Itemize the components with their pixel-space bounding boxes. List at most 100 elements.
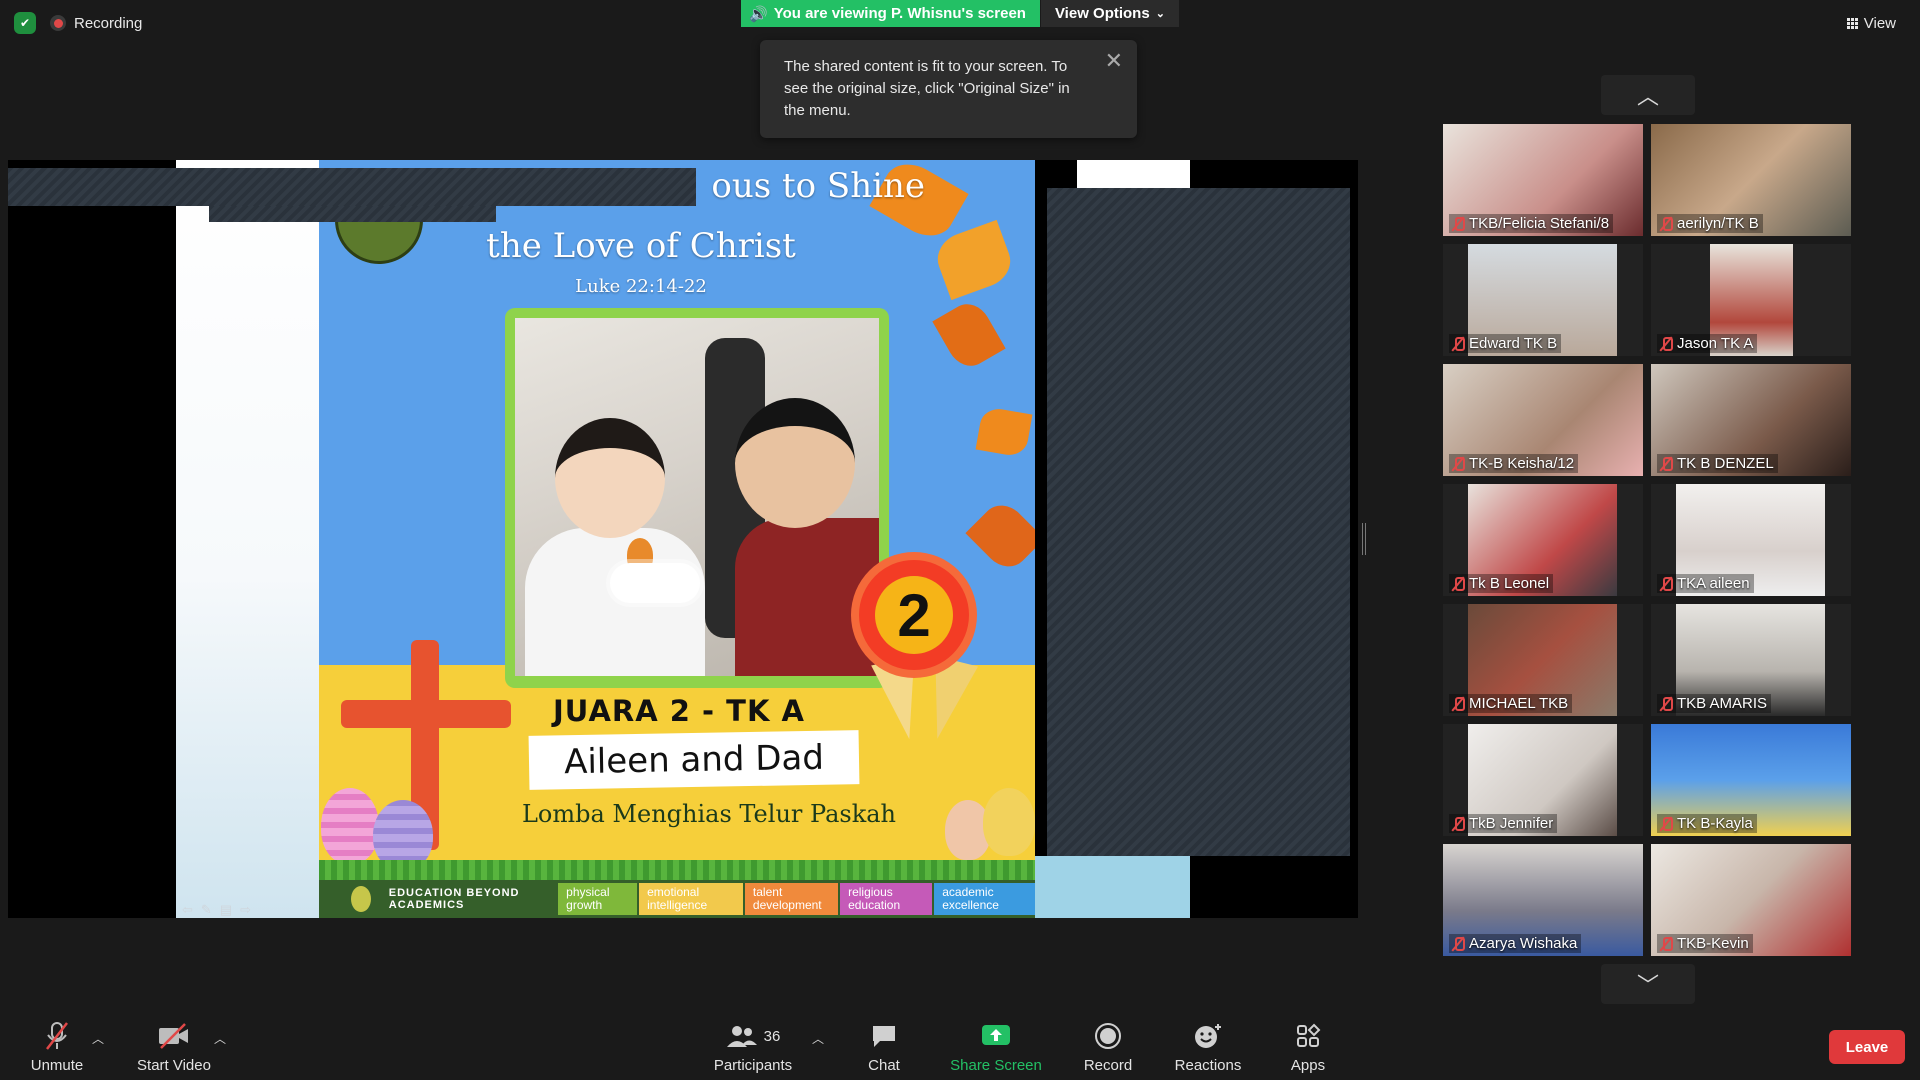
- participant-tile[interactable]: TKB AMARIS: [1651, 604, 1851, 716]
- participant-name: TkB Jennifer: [1469, 815, 1554, 832]
- participant-label: Tk B Leonel: [1449, 574, 1554, 593]
- mic-muted-icon: [1659, 216, 1673, 232]
- chevron-down-icon: ﹀: [1636, 973, 1659, 998]
- slide-verse: Luke 22:14-22: [575, 276, 707, 297]
- apps-button[interactable]: Apps: [1278, 1012, 1338, 1080]
- pill-emotional-intelligence: emotional intelligence: [639, 883, 743, 915]
- tooltip-text: The shared content is fit to your screen…: [784, 58, 1070, 119]
- participant-tile[interactable]: TK-B Keisha/12: [1443, 364, 1643, 476]
- obscured-region: [8, 168, 696, 206]
- participants-label: Participants: [713, 1057, 793, 1074]
- participant-tile[interactable]: TKB/Felicia Stefani/8: [1443, 124, 1643, 236]
- participant-name: TK B DENZEL: [1677, 455, 1774, 472]
- participant-name: TK B-Kayla: [1677, 815, 1753, 832]
- share-screen-button[interactable]: Share Screen: [946, 1012, 1046, 1080]
- participant-label: TkB Jennifer: [1449, 814, 1558, 833]
- participant-label: TKB-Kevin: [1657, 934, 1753, 953]
- view-options-button[interactable]: View Options ⌄: [1040, 0, 1179, 27]
- reactions-smiley-icon: [1193, 1019, 1223, 1053]
- speaker-icon: 🔊: [749, 5, 768, 23]
- recording-label: Recording: [74, 14, 143, 32]
- prev-slide-icon[interactable]: ⇦: [182, 902, 193, 918]
- audio-options-caret-icon[interactable]: ︿: [92, 1030, 104, 1047]
- recording-indicator[interactable]: Recording: [50, 15, 142, 32]
- participant-tile[interactable]: TK B-Kayla: [1651, 724, 1851, 836]
- footer-text: EDUCATION BEYOND ACADEMICS: [388, 887, 520, 911]
- meeting-toolbar: Unmute ︿ Start Video ︿ 36 Participants ︿…: [0, 1012, 1920, 1080]
- mic-muted-icon: [1659, 456, 1673, 472]
- video-options-caret-icon[interactable]: ︿: [214, 1030, 226, 1047]
- mic-muted-icon: [1659, 936, 1673, 952]
- slideshow-controls: ⇦ ✎ ▤ ⇨: [182, 902, 251, 918]
- participant-label: MICHAEL TKB: [1449, 694, 1573, 713]
- grass-decoration: [319, 860, 1035, 880]
- participant-tile[interactable]: aerilyn/TK B: [1651, 124, 1851, 236]
- start-video-button[interactable]: Start Video: [130, 1012, 218, 1080]
- participant-tile[interactable]: TKB-Kevin: [1651, 844, 1851, 956]
- next-slide-icon[interactable]: ⇨: [240, 902, 251, 918]
- participant-name: TKA aileen: [1677, 575, 1750, 592]
- participant-name: Tk B Leonel: [1469, 575, 1550, 592]
- chat-icon: [870, 1019, 898, 1053]
- winner-names: Aileen and Dad: [528, 730, 860, 790]
- security-shield-icon[interactable]: ✔: [14, 12, 36, 34]
- close-icon[interactable]: ✕: [1105, 50, 1123, 72]
- record-label: Record: [1083, 1057, 1133, 1074]
- cross-decoration: [341, 700, 511, 728]
- participant-tile[interactable]: Edward TK B: [1443, 244, 1643, 356]
- participant-label: TK B DENZEL: [1657, 454, 1778, 473]
- slide-footer: EDUCATION BEYOND ACADEMICS physical grow…: [319, 880, 1035, 918]
- gallery-next-button[interactable]: ﹀: [1601, 964, 1695, 1004]
- photo-father-head: [735, 398, 855, 528]
- easter-egg-decoration: [321, 788, 379, 864]
- participant-tile[interactable]: TKA aileen: [1651, 484, 1851, 596]
- zoom-meeting-window: ✔ Recording 🔊 You are viewing P. Whisnu'…: [0, 0, 1920, 1080]
- photo-father: [735, 518, 879, 676]
- gallery-prev-button[interactable]: ︿: [1601, 75, 1695, 115]
- participant-label: Edward TK B: [1449, 334, 1562, 353]
- obscured-region: [1047, 188, 1350, 856]
- participant-tile[interactable]: Jason TK A: [1651, 244, 1851, 356]
- chat-button[interactable]: Chat: [854, 1012, 914, 1080]
- share-screen-label: Share Screen: [950, 1057, 1042, 1074]
- view-button[interactable]: View: [1837, 10, 1906, 36]
- participant-name: Edward TK B: [1469, 335, 1558, 352]
- resize-handle[interactable]: [1362, 523, 1366, 555]
- participant-tile[interactable]: MICHAEL TKB: [1443, 604, 1643, 716]
- participants-button[interactable]: 36 Participants: [708, 1012, 798, 1080]
- record-button[interactable]: Record: [1078, 1012, 1138, 1080]
- participant-name: TK-B Keisha/12: [1469, 455, 1575, 472]
- participant-name: aerilyn/TK B: [1677, 215, 1759, 232]
- chevron-down-icon: ⌄: [1155, 8, 1165, 20]
- slide-edge: [1035, 856, 1190, 918]
- apps-icon: [1294, 1019, 1322, 1053]
- leave-button[interactable]: Leave: [1829, 1030, 1905, 1064]
- viewing-screen-text: You are viewing P. Whisnu's screen: [773, 5, 1026, 22]
- participant-label: TKB AMARIS: [1657, 694, 1772, 713]
- participant-name: TKB AMARIS: [1677, 695, 1768, 712]
- viewing-screen-label: 🔊 You are viewing P. Whisnu's screen: [741, 0, 1040, 27]
- participants-caret-icon[interactable]: ︿: [812, 1030, 824, 1047]
- unmute-button[interactable]: Unmute: [22, 1012, 92, 1080]
- autumn-leaf-decoration: [975, 405, 1033, 459]
- participant-label: TK B-Kayla: [1657, 814, 1757, 833]
- shared-screen[interactable]: ous to Shine the Love of Christ Luke 22:…: [8, 160, 1358, 918]
- participant-tile[interactable]: TK B DENZEL: [1651, 364, 1851, 476]
- mic-muted-icon: [1451, 456, 1465, 472]
- mic-muted-icon: [1451, 696, 1465, 712]
- participant-name: TKB-Kevin: [1677, 935, 1749, 952]
- participant-tile[interactable]: Azarya Wishaka: [1443, 844, 1643, 956]
- pen-icon[interactable]: ✎: [201, 902, 212, 918]
- participant-tile[interactable]: TkB Jennifer: [1443, 724, 1643, 836]
- menu-icon[interactable]: ▤: [220, 902, 232, 918]
- chevron-up-icon: ︿: [1636, 84, 1659, 109]
- participant-name: MICHAEL TKB: [1469, 695, 1569, 712]
- screen-share-banner: 🔊 You are viewing P. Whisnu's screen Vie…: [741, 0, 1179, 27]
- easter-egg-decoration: [983, 788, 1035, 856]
- pill-academic-excellence: academic excellence: [934, 883, 1035, 915]
- participant-tile[interactable]: Tk B Leonel: [1443, 484, 1643, 596]
- reactions-button[interactable]: Reactions: [1170, 1012, 1246, 1080]
- slide-title-line2: the Love of Christ: [486, 226, 796, 266]
- mic-muted-icon: [1451, 576, 1465, 592]
- chat-label: Chat: [868, 1057, 900, 1074]
